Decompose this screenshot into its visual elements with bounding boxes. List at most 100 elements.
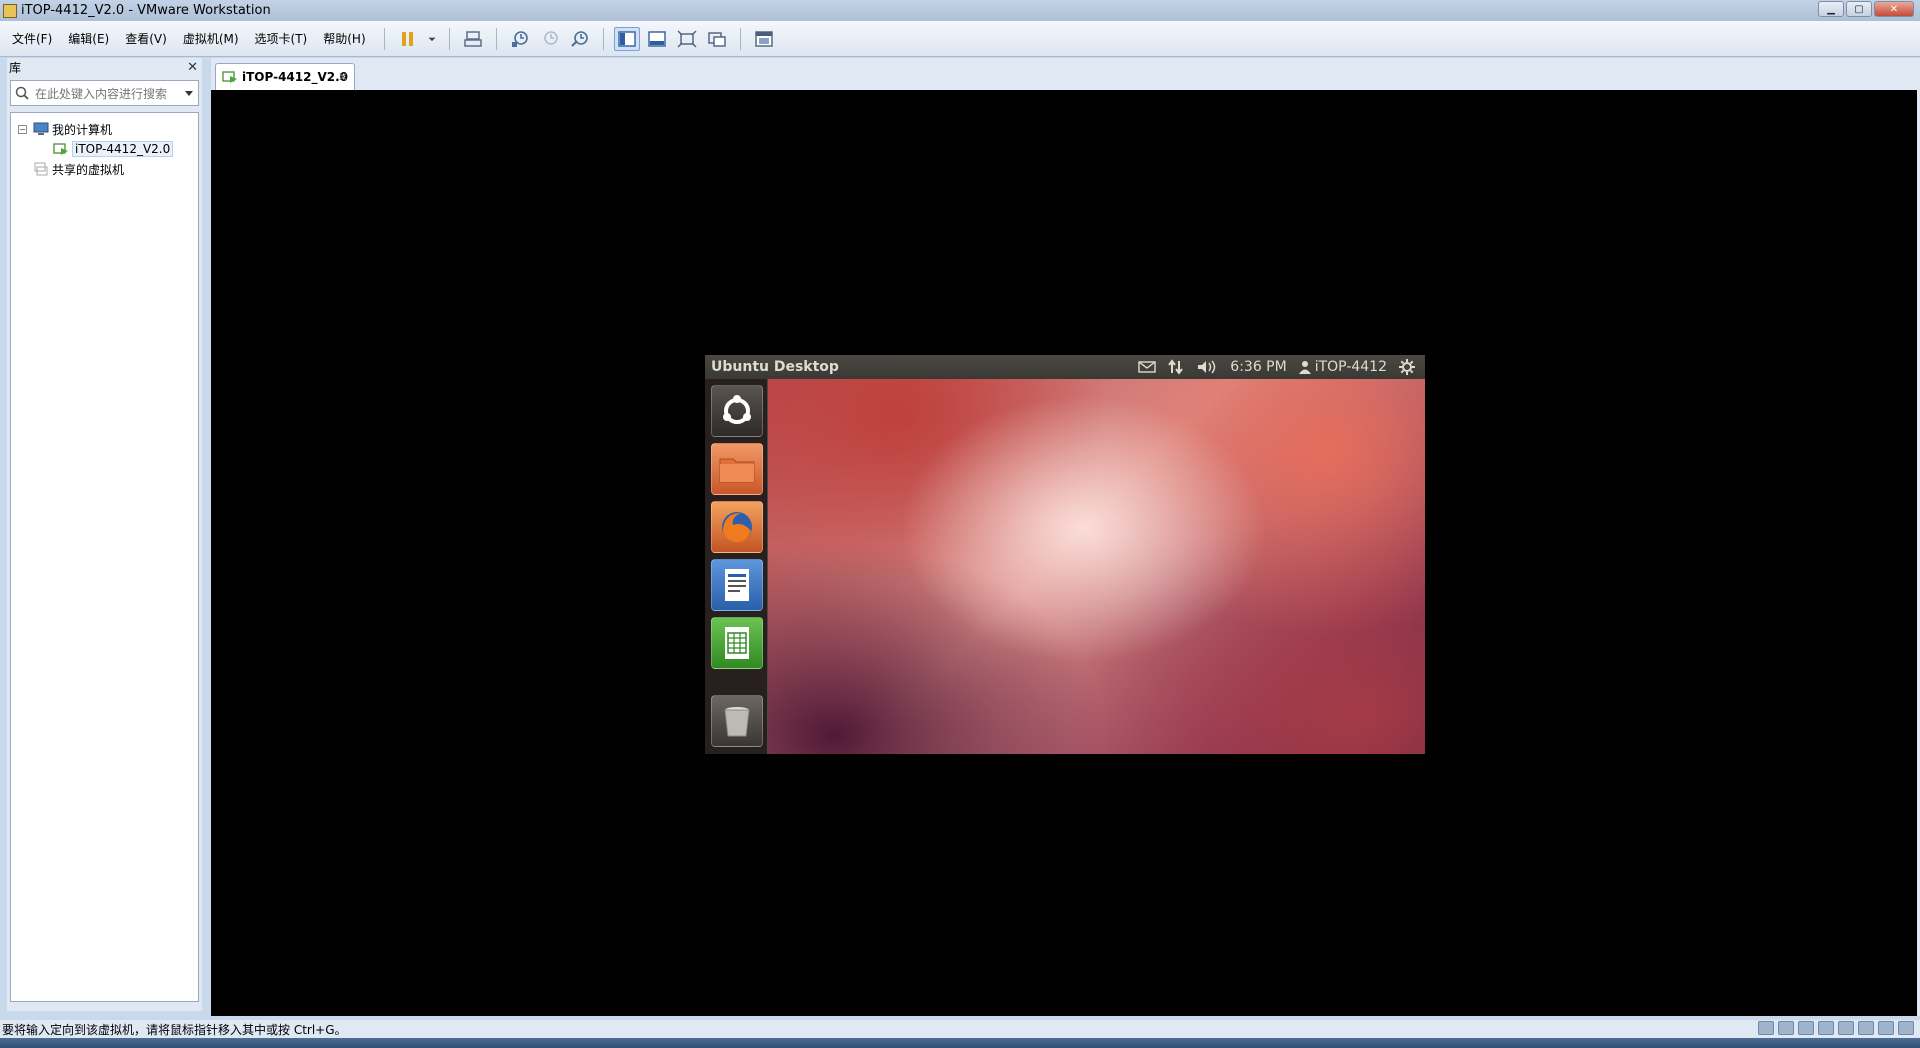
floppy-icon[interactable] xyxy=(1798,1021,1814,1035)
computer-icon xyxy=(33,122,49,135)
window-title: iTOP-4412_V2.0 - VMware Workstation xyxy=(21,3,271,18)
snapshot-button[interactable] xyxy=(507,27,533,51)
show-library-button[interactable] xyxy=(613,26,640,51)
thumbnail-bar-button[interactable] xyxy=(644,27,670,51)
search-placeholder: 在此处键入内容进行搜索 xyxy=(35,86,168,101)
tab-strip: iTOP-4412_V2.0 ✕ xyxy=(211,58,1920,90)
session-indicator[interactable] xyxy=(1399,359,1415,375)
menu-tabs[interactable]: 选项卡(T) xyxy=(249,30,318,47)
ubuntu-top-panel: Ubuntu Desktop 6:36 PM iTOP-4412 xyxy=(705,355,1425,379)
library-panel: 库 ✕ 在此处键入内容进行搜索 − 我的计算机 iTOP-4412_V2.0 共… xyxy=(7,58,202,1011)
collapse-icon[interactable]: − xyxy=(18,124,27,134)
chevron-down-icon[interactable] xyxy=(184,88,194,98)
menu-edit[interactable]: 编辑(E) xyxy=(62,30,119,47)
thumbnail-bar-icon xyxy=(647,30,666,47)
console-view-button[interactable] xyxy=(751,27,777,51)
windows-taskbar xyxy=(0,1038,1920,1048)
ubuntu-desktop-wallpaper[interactable] xyxy=(768,379,1425,754)
tab-itop-4412[interactable]: iTOP-4412_V2.0 ✕ xyxy=(215,63,355,90)
network-adapter-icon[interactable] xyxy=(1818,1021,1834,1035)
snapshot-manager-button[interactable] xyxy=(567,27,593,51)
mail-indicator[interactable] xyxy=(1138,361,1156,373)
library-header: 库 ✕ xyxy=(7,58,202,76)
menu-vm[interactable]: 虚拟机(M) xyxy=(177,30,249,47)
ubuntu-launcher xyxy=(705,379,768,754)
message-log-icon[interactable] xyxy=(1898,1021,1914,1035)
libreoffice-writer-icon xyxy=(725,569,749,601)
maximize-icon: ▢ xyxy=(1854,3,1864,15)
tree-item-label: 共享的虚拟机 xyxy=(52,162,125,177)
tab-label: iTOP-4412_V2.0 xyxy=(242,70,349,84)
send-ctrl-alt-del-button[interactable] xyxy=(460,27,486,51)
vm-icon xyxy=(222,71,237,83)
maximize-button[interactable]: ▢ xyxy=(1846,1,1872,17)
unity-icon xyxy=(707,31,726,47)
dash-home-icon xyxy=(723,395,751,424)
user-name: iTOP-4412 xyxy=(1314,359,1387,375)
network-indicator[interactable] xyxy=(1168,359,1184,375)
dropdown-arrow-icon xyxy=(428,37,436,41)
vmware-app-icon xyxy=(3,3,17,18)
printer-icon[interactable] xyxy=(1878,1021,1894,1035)
tree-item-shared-vms[interactable]: 共享的虚拟机 xyxy=(11,159,198,179)
tree-item-vm[interactable]: iTOP-4412_V2.0 xyxy=(11,139,198,159)
usb-icon[interactable] xyxy=(1838,1021,1854,1035)
fullscreen-button[interactable] xyxy=(674,27,700,51)
minimize-button[interactable]: ▁ xyxy=(1818,1,1844,17)
library-close-button[interactable]: ✕ xyxy=(187,60,198,75)
vm-icon xyxy=(53,143,68,155)
show-library-icon xyxy=(617,30,636,47)
user-indicator[interactable]: iTOP-4412 xyxy=(1298,359,1387,375)
volume-indicator[interactable] xyxy=(1196,359,1218,375)
fullscreen-icon xyxy=(677,30,697,47)
close-button[interactable]: ✕ xyxy=(1874,1,1914,17)
launcher-calc[interactable] xyxy=(711,617,763,669)
pause-icon xyxy=(401,31,413,46)
hard-disk-icon[interactable] xyxy=(1758,1021,1774,1035)
volume-icon xyxy=(1198,360,1216,374)
tree-item-label: iTOP-4412_V2.0 xyxy=(72,141,174,157)
pause-button[interactable] xyxy=(395,27,421,51)
console-view-icon xyxy=(754,30,773,47)
device-status-icons xyxy=(1758,1021,1914,1035)
launcher-firefox[interactable] xyxy=(711,501,763,553)
window-controls: ▁ ▢ ✕ xyxy=(1818,1,1914,17)
toolbar-separator xyxy=(448,27,450,50)
cd-dvd-icon[interactable] xyxy=(1778,1021,1794,1035)
mail-icon xyxy=(1138,361,1156,373)
toolbar-separator xyxy=(602,27,604,50)
unity-button[interactable] xyxy=(704,27,730,51)
tab-close-button[interactable]: ✕ xyxy=(338,70,348,84)
ubuntu-guest-screen[interactable]: Ubuntu Desktop 6:36 PM iTOP-4412 xyxy=(705,355,1425,754)
tree-item-my-computer[interactable]: − 我的计算机 xyxy=(11,119,198,139)
network-icon xyxy=(1168,359,1184,375)
revert-snapshot-button[interactable] xyxy=(537,27,563,51)
toolbar-separator xyxy=(739,27,741,50)
clock-indicator[interactable]: 6:36 PM xyxy=(1230,359,1286,375)
menu-view[interactable]: 查看(V) xyxy=(119,30,177,47)
status-message: 要将输入定向到该虚拟机，请将鼠标指针移入其中或按 Ctrl+G。 xyxy=(2,1022,347,1037)
sound-card-icon[interactable] xyxy=(1858,1021,1874,1035)
menu-toolbar: 文件(F) 编辑(E) 查看(V) 虚拟机(M) 选项卡(T) 帮助(H) xyxy=(0,21,1920,57)
menu-help[interactable]: 帮助(H) xyxy=(317,30,375,47)
revert-snapshot-icon xyxy=(543,30,558,45)
library-tree: − 我的计算机 iTOP-4412_V2.0 共享的虚拟机 xyxy=(10,112,199,1002)
libreoffice-calc-icon xyxy=(725,627,749,659)
menu-file[interactable]: 文件(F) xyxy=(6,30,62,47)
user-icon xyxy=(1298,361,1311,374)
launcher-writer[interactable] xyxy=(711,559,763,611)
launcher-trash[interactable] xyxy=(711,695,763,747)
files-folder-icon xyxy=(719,458,755,483)
library-search-input[interactable]: 在此处键入内容进行搜索 xyxy=(10,80,199,106)
minimize-icon: ▁ xyxy=(1827,3,1835,15)
snapshot-icon xyxy=(511,30,528,47)
launcher-files[interactable] xyxy=(711,443,763,495)
trash-icon xyxy=(724,707,750,737)
power-dropdown-button[interactable] xyxy=(425,27,439,51)
send-ctrl-alt-del-icon xyxy=(463,30,482,47)
ubuntu-indicators: 6:36 PM iTOP-4412 xyxy=(1138,355,1415,379)
gear-icon xyxy=(1399,359,1415,375)
library-title: 库 xyxy=(9,60,22,75)
launcher-dash-home[interactable] xyxy=(711,385,763,437)
tree-item-label: 我的计算机 xyxy=(52,122,113,137)
